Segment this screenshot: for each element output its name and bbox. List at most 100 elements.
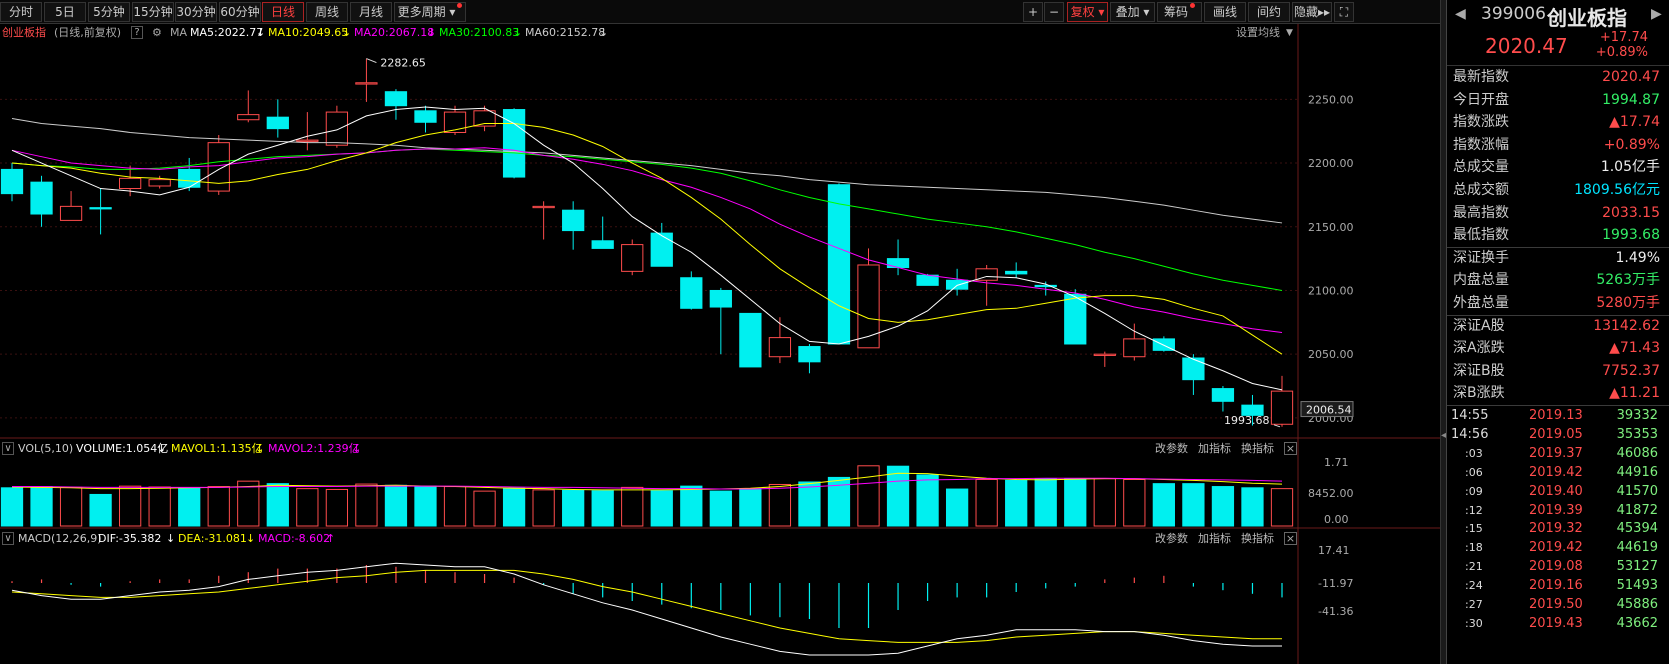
quote-row: 最新指数 2020.47 xyxy=(1447,66,1669,89)
period-tab-8[interactable]: 月线 xyxy=(350,2,392,22)
volume-bar xyxy=(443,486,467,527)
plus-icon[interactable]: + xyxy=(1023,2,1043,22)
quote-label: 总成交量 xyxy=(1453,159,1509,176)
quote-value: 1993.68 xyxy=(1602,227,1660,244)
restore-rights-dropdown[interactable]: 复权 ▾ xyxy=(1067,2,1108,22)
collapse-icon[interactable]: ∨ xyxy=(2,442,14,455)
vol-switch-indicator-button[interactable]: 换指标 xyxy=(1241,440,1274,458)
dif-value: DIF:-35.382 xyxy=(98,532,162,545)
fullscreen-icon[interactable]: ⛶ xyxy=(1334,2,1354,22)
macd-arrow-icon: ↑ xyxy=(326,532,336,545)
question-button[interactable]: 间约 xyxy=(1248,2,1290,22)
close-icon[interactable]: × xyxy=(1284,442,1297,455)
quote-label: 总成交额 xyxy=(1453,182,1509,198)
macd-add-indicator-button[interactable]: 加指标 xyxy=(1198,530,1231,548)
tick-time: :03 xyxy=(1465,446,1483,460)
tick-time: :15 xyxy=(1465,522,1483,536)
volume-bar xyxy=(768,483,792,527)
tick-volume: 45394 xyxy=(1616,521,1658,537)
volume-bar xyxy=(532,489,555,527)
volume-bar xyxy=(798,481,821,527)
candle-body xyxy=(384,91,408,107)
period-tab-1[interactable]: 5日 xyxy=(44,2,86,22)
change-percent: +0.89% xyxy=(1595,45,1648,60)
kline-chart[interactable]: 2250.002200.002150.002100.002050.002000.… xyxy=(0,0,1440,664)
quote-value: 1.49% xyxy=(1615,249,1660,266)
toolbar-button-label: 间约 xyxy=(1256,5,1281,19)
draw-line-button[interactable]: 画线 xyxy=(1204,2,1246,22)
index-title: 创业板指 xyxy=(1547,6,1627,30)
period-tab-2[interactable]: 5分钟 xyxy=(88,2,130,22)
volume-bar xyxy=(266,483,289,527)
period-tab-0[interactable]: 分时 xyxy=(0,2,42,22)
chevron-down-icon: ▼ xyxy=(1286,28,1293,38)
toolbar-button-label: + xyxy=(1027,5,1039,19)
high-pointer xyxy=(366,58,377,64)
tick-time: :24 xyxy=(1465,579,1483,593)
tick-row: 14:55 2019.13 39332 xyxy=(1447,407,1669,426)
hide-button[interactable]: 隐藏▸▸ xyxy=(1292,2,1332,22)
minus-icon[interactable]: − xyxy=(1044,2,1064,22)
period-tab-7[interactable]: 周线 xyxy=(306,2,348,22)
ma-settings-button[interactable]: 设置均线 xyxy=(1236,24,1280,42)
chip-button[interactable]: 筹码 xyxy=(1157,2,1202,22)
toolbar-button-label: 复权 xyxy=(1070,5,1095,19)
quote-panel: ◀ 399006 创业板指 ▶ 2020.47 +17.74 +0.89% 最新… xyxy=(1446,0,1669,664)
quote-value: ▲17.74 xyxy=(1609,114,1660,131)
quote-label: 最高指数 xyxy=(1453,204,1509,221)
period-tab-label: 5日 xyxy=(55,5,75,19)
tick-row: :21 2019.08 53127 xyxy=(1447,558,1669,577)
volume-bar xyxy=(0,487,24,527)
divider xyxy=(1447,405,1669,406)
candle-body xyxy=(1123,338,1146,358)
tick-time: :18 xyxy=(1465,541,1483,555)
prev-arrow-icon[interactable]: ◀ xyxy=(1455,6,1466,22)
volume-bar xyxy=(1123,478,1146,527)
quote-row: 深证B股 7752.37 xyxy=(1447,360,1669,383)
volume-bar xyxy=(857,465,880,527)
high-annotation: 2282.65 xyxy=(380,57,426,70)
macd-switch-indicator-button[interactable]: 换指标 xyxy=(1241,530,1274,548)
candle-body xyxy=(266,116,289,130)
tick-time: :27 xyxy=(1465,598,1483,611)
price-tick-label: 2200.00 xyxy=(1308,157,1354,170)
volume-bar xyxy=(59,486,83,527)
tick-time: :30 xyxy=(1465,616,1483,630)
period-tab-label: 分时 xyxy=(8,5,33,19)
vol-add-indicator-button[interactable]: 加指标 xyxy=(1198,440,1231,458)
volume-bar xyxy=(1152,483,1175,527)
volume-value: VOLUME:1.054亿 xyxy=(76,442,169,455)
candle-body xyxy=(119,177,142,190)
tick-price: 2019.32 xyxy=(1529,521,1583,537)
period-tab-4[interactable]: 30分钟 xyxy=(175,2,217,22)
period-tab-3[interactable]: 15分钟 xyxy=(132,2,174,22)
tick-row: :12 2019.39 41872 xyxy=(1447,502,1669,521)
index-code: 399006 xyxy=(1481,4,1546,24)
period-tab-6[interactable]: 日线 xyxy=(262,2,304,22)
period-tab-5[interactable]: 60分钟 xyxy=(219,2,261,22)
ma20-value: MA20:2067.18 xyxy=(354,26,435,39)
next-arrow-icon[interactable]: ▶ xyxy=(1651,6,1662,22)
quote-row: 总成交量 1.05亿手 xyxy=(1447,156,1669,179)
candle-body xyxy=(886,258,910,269)
collapse-icon[interactable]: ∨ xyxy=(2,532,14,545)
macd-label: MACD(12,26,9) xyxy=(18,532,102,545)
macd-change-params-button[interactable]: 改参数 xyxy=(1155,530,1188,548)
overlay-dropdown[interactable]: 叠加 ▾ xyxy=(1110,2,1155,22)
tick-time: :21 xyxy=(1465,560,1483,574)
period-tab-9[interactable]: 更多周期 ▾ xyxy=(394,2,466,22)
price-tick-label: 2100.00 xyxy=(1308,284,1354,297)
volume-bar xyxy=(1034,478,1057,527)
tick-time: :06 xyxy=(1465,465,1483,479)
close-icon[interactable]: × xyxy=(1284,532,1297,545)
tick-row: :15 2019.32 45394 xyxy=(1447,520,1669,539)
vol-change-params-button[interactable]: 改参数 xyxy=(1155,440,1188,458)
volume-arrow-icon: ↓ xyxy=(157,442,167,455)
candle-body xyxy=(355,82,378,85)
ma10-line xyxy=(11,123,1283,355)
low-pointer xyxy=(1273,424,1281,428)
quote-row: 内盘总量 5263万手 xyxy=(1447,269,1669,292)
gear-icon[interactable]: ⚙ xyxy=(152,24,162,42)
help-icon[interactable]: ? xyxy=(131,26,143,39)
quote-row: 指数涨幅 +0.89% xyxy=(1447,134,1669,157)
